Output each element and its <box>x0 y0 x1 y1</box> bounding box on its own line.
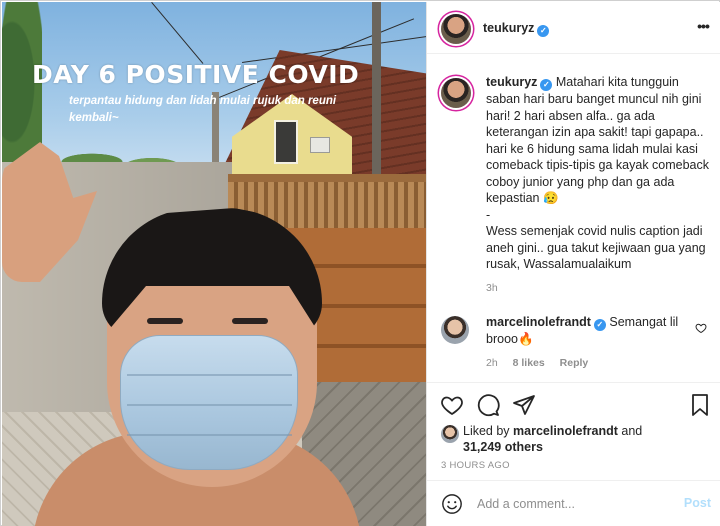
caption-dash: - <box>486 207 491 222</box>
likes-others[interactable]: 31,249 others <box>463 440 543 454</box>
caption-text-block: teukuryz ✓ Matahari kita tungguin saban h… <box>486 74 711 273</box>
liker-avatar[interactable] <box>441 425 459 443</box>
comment-bubble-icon[interactable] <box>476 393 500 417</box>
author-avatar[interactable] <box>441 14 471 44</box>
photo-overlay-subtitle: terpantau hidung dan lidah mulai rujuk d… <box>69 95 337 124</box>
add-comment-bar: Post <box>427 480 720 526</box>
mask-fold <box>127 404 292 406</box>
add-comment-input[interactable] <box>477 494 667 514</box>
comment-meta: 2h 8 likes Reply <box>486 357 600 369</box>
caption-body-2: Wess semenjak covid nulis caption jadi a… <box>486 224 706 271</box>
author-username-text[interactable]: teukuryz <box>483 21 534 35</box>
post-comment-button[interactable]: Post <box>684 496 711 510</box>
likes-summary: Liked by marcelinolefrandt and 31,249 ot… <box>463 423 703 455</box>
share-paper-plane-icon[interactable] <box>512 393 536 417</box>
caption-body: Matahari kita tungguin saban hari baru b… <box>486 75 710 205</box>
emoji-smiley-icon[interactable] <box>441 493 463 515</box>
mask-fold <box>127 374 292 376</box>
fence-rail <box>228 174 426 182</box>
post-header: teukuryz ✓ ••• <box>427 2 720 54</box>
liked-by-and: and <box>617 424 643 438</box>
mask-fold <box>127 434 292 436</box>
post-photo[interactable]: DAY 6 POSITIVE COVID terpantau hidung da… <box>2 2 426 526</box>
caption-author-avatar[interactable] <box>441 78 471 108</box>
commenter-avatar[interactable] <box>441 316 469 344</box>
caption-time[interactable]: 3h <box>486 282 498 294</box>
liked-by-prefix: Liked by <box>463 424 514 438</box>
comment-heart-icon[interactable] <box>695 322 707 334</box>
verified-icon: ✓ <box>593 319 606 331</box>
comment-time[interactable]: 2h <box>486 357 498 369</box>
more-options-icon[interactable]: ••• <box>695 18 711 34</box>
author-username[interactable]: teukuryz ✓ <box>483 21 550 37</box>
caption-username[interactable]: teukuryz <box>486 75 537 89</box>
comment-reply-button[interactable]: Reply <box>560 357 589 369</box>
post-side-panel: teukuryz ✓ ••• teukuryz ✓ Matahari kita tu… <box>426 2 720 526</box>
photo-overlay-title: DAY 6 POSITIVE COVID <box>32 60 360 89</box>
liked-by-user[interactable]: marcelinolefrandt <box>513 424 618 438</box>
verified-icon: ✓ <box>540 79 553 91</box>
instagram-post-window: DAY 6 POSITIVE COVID terpantau hidung da… <box>0 0 720 526</box>
save-bookmark-icon[interactable] <box>688 393 712 417</box>
person-eye-right <box>232 318 268 324</box>
person-eye-left <box>147 318 183 324</box>
comment-likes[interactable]: 8 likes <box>513 357 545 369</box>
post-actions: Liked by marcelinolefrandt and 31,249 ot… <box>427 382 720 472</box>
ac-unit <box>310 137 330 153</box>
post-timestamp[interactable]: 3 HOURS AGO <box>441 460 510 471</box>
face-mask <box>120 335 298 470</box>
verified-icon: ✓ <box>537 25 550 37</box>
commenter-username[interactable]: marcelinolefrandt <box>486 315 591 329</box>
like-heart-icon[interactable] <box>440 393 464 417</box>
comment-text-block: marcelinolefrandt ✓ Semangat lil brooo🔥 <box>486 314 686 348</box>
